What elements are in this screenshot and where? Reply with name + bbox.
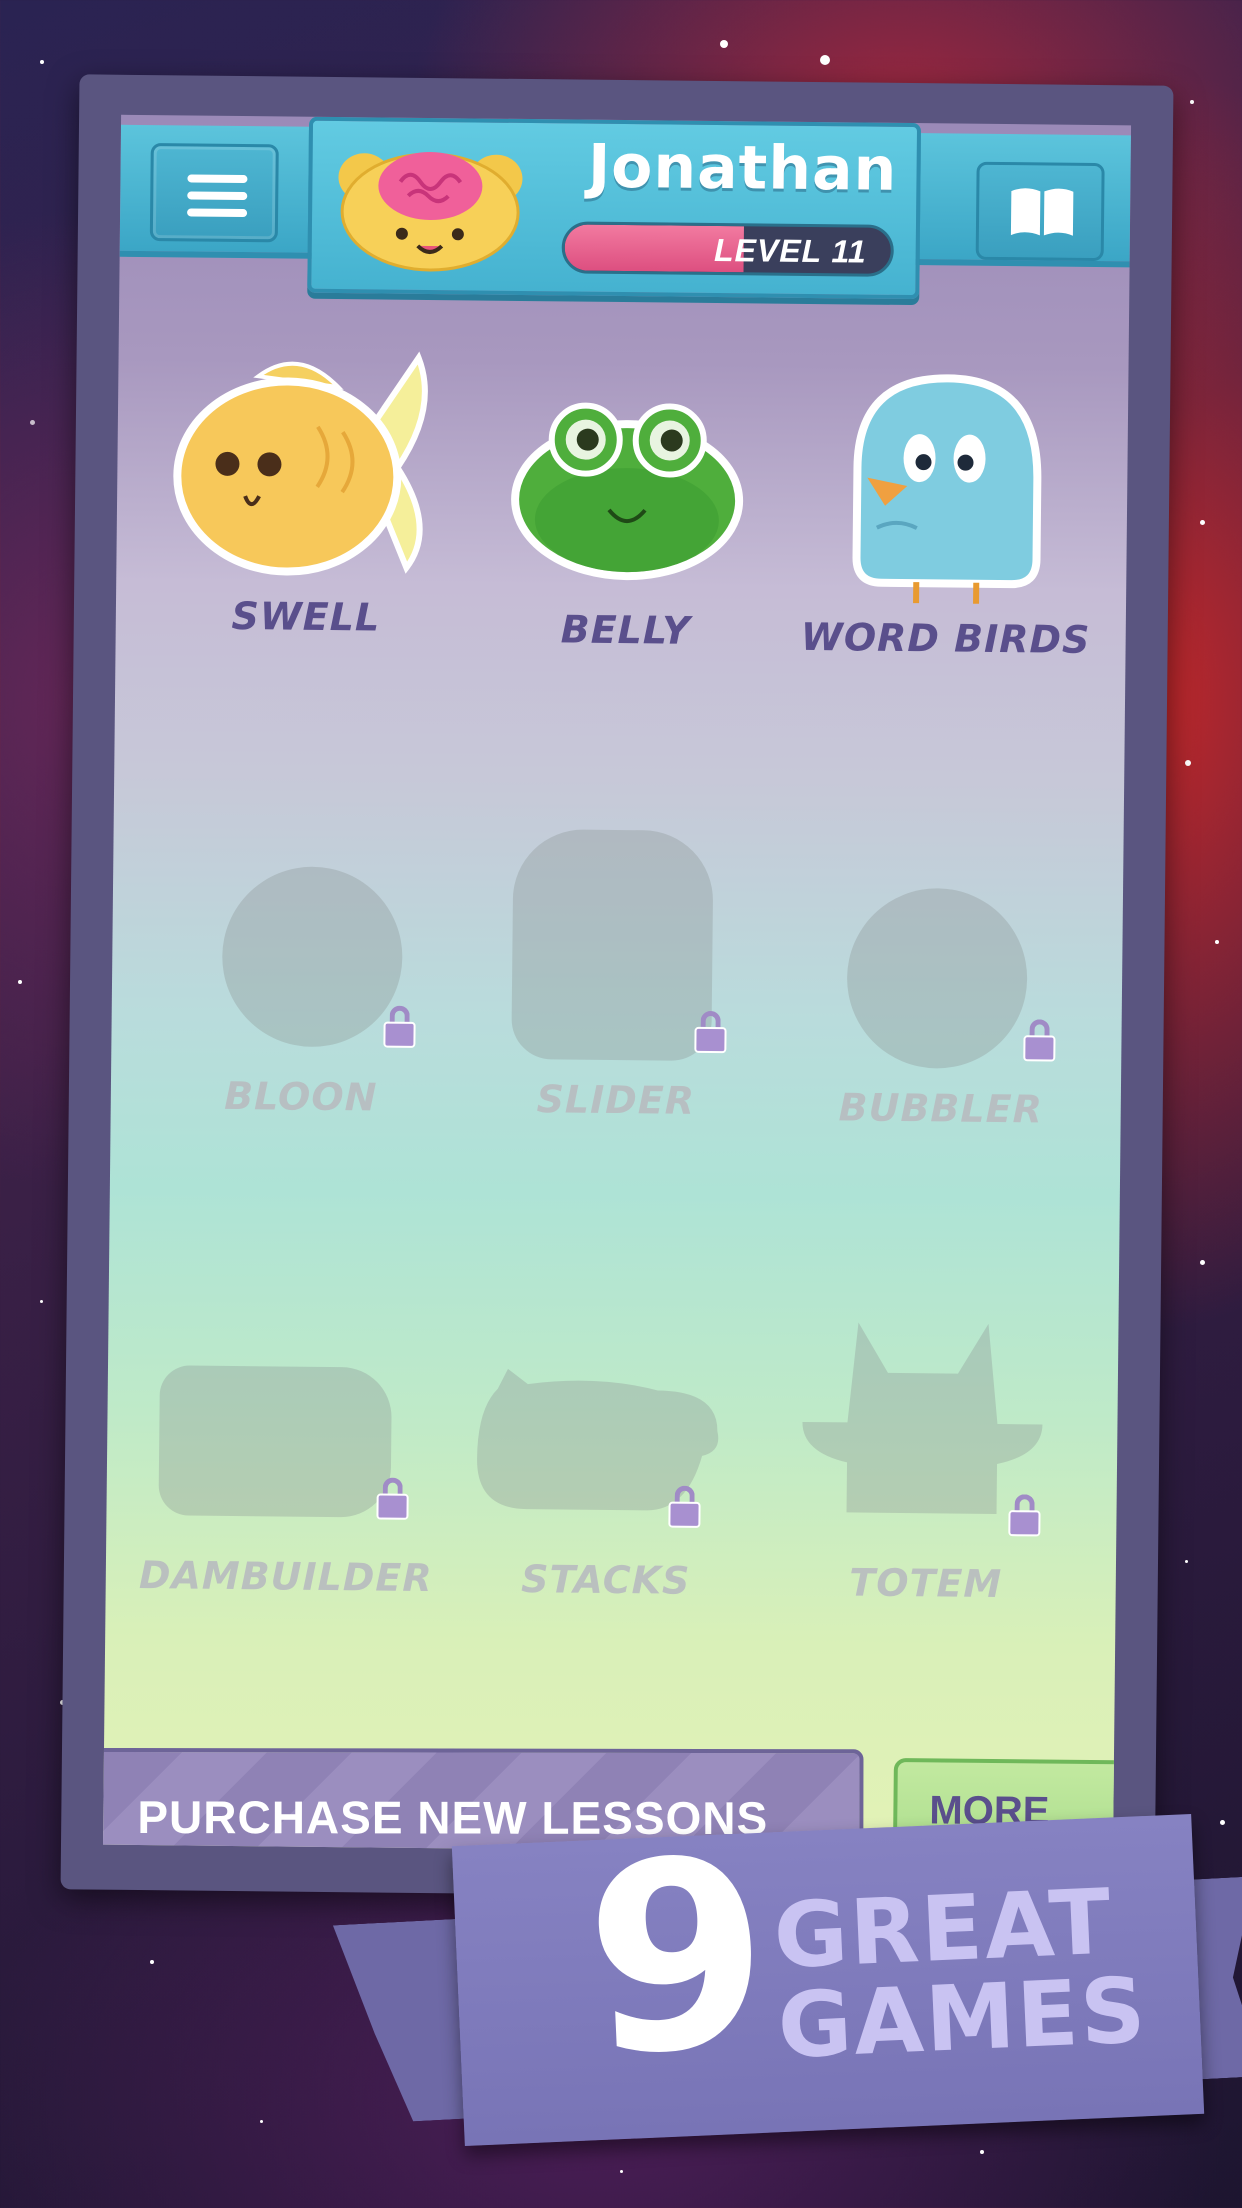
player-name: Jonathan (587, 131, 898, 205)
hamburger-menu-icon (187, 174, 248, 226)
game-swell[interactable]: SWELL (156, 345, 459, 640)
banner-number: 9 (580, 1803, 775, 2114)
brain-bear-avatar-icon (338, 151, 523, 272)
lock-icon (376, 1477, 409, 1520)
game-totem[interactable]: TOTEM (776, 1312, 1079, 1607)
level-label: LEVEL 11 (713, 231, 867, 270)
game-bubbler[interactable]: BUBBLER (791, 837, 1094, 1132)
game-label: TOTEM (849, 1560, 1003, 1607)
menu-button[interactable] (149, 143, 279, 243)
game-label: SLIDER (536, 1077, 696, 1123)
game-label: BLOON (223, 1073, 378, 1120)
banner-line-games: GAMES (775, 1958, 1150, 2080)
book-icon (1010, 188, 1074, 236)
game-slider[interactable]: SLIDER (466, 828, 769, 1123)
lock-icon (694, 1010, 727, 1054)
level-progress-bar: LEVEL 11 (561, 221, 895, 277)
lock-icon (1023, 1019, 1056, 1062)
game-belly[interactable]: BELLY (476, 359, 779, 654)
log-silhouette-icon (158, 1365, 393, 1518)
blob-silhouette-icon (511, 828, 714, 1061)
profile-panel[interactable]: Jonathan LEVEL 11 (307, 116, 922, 300)
device-frame: Jonathan LEVEL 11 SWELL BELLY WORD BIRDS… (60, 74, 1174, 1901)
lock-icon (1008, 1494, 1041, 1537)
game-label: SWELL (231, 593, 381, 640)
game-label: BUBBLER (838, 1085, 1044, 1132)
game-dambuilder[interactable]: DAMBUILDER (136, 1305, 439, 1600)
bird-icon (852, 374, 1042, 604)
bubble-silhouette-icon (846, 887, 1029, 1070)
fish-icon (173, 351, 428, 576)
lock-icon (668, 1485, 701, 1528)
app-screen: Jonathan LEVEL 11 SWELL BELLY WORD BIRDS… (102, 114, 1132, 1856)
promo-banner: 9 GREAT GAMES (451, 1803, 1205, 2146)
game-label: BELLY (560, 607, 691, 653)
game-bloon[interactable]: BLOON (151, 825, 454, 1120)
game-word-birds[interactable]: WORD BIRDS (795, 367, 1098, 662)
frog-icon (511, 402, 744, 581)
game-label: DAMBUILDER (138, 1553, 433, 1601)
game-label: STACKS (520, 1557, 691, 1603)
game-label: WORD BIRDS (800, 614, 1091, 662)
game-stacks[interactable]: STACKS (456, 1308, 759, 1603)
balloon-silhouette-icon (221, 865, 404, 1048)
book-button[interactable] (975, 161, 1105, 262)
lock-icon (383, 1005, 416, 1048)
